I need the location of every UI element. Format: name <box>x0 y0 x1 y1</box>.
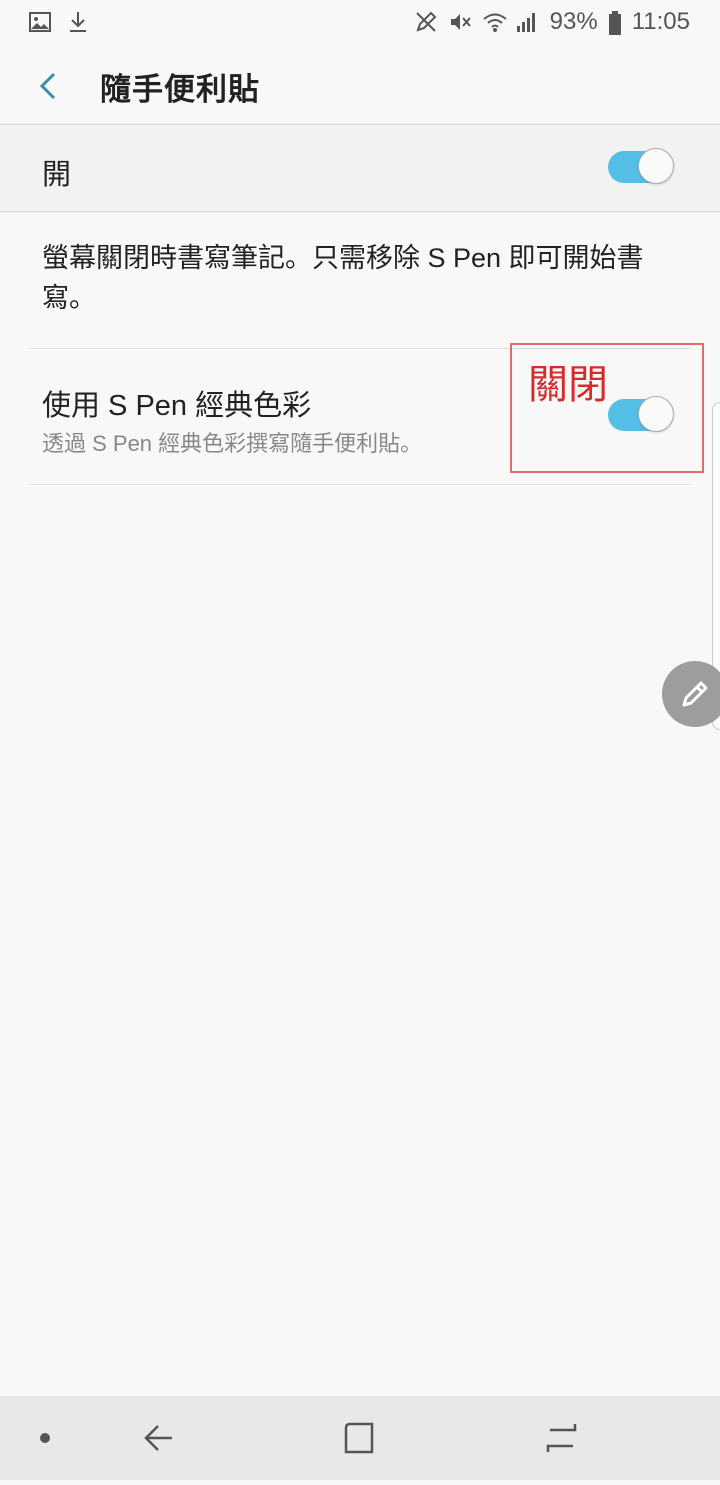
image-icon <box>28 10 52 34</box>
master-switch-row[interactable]: 開 <box>0 124 720 212</box>
annotation-label: 關閉 <box>528 362 608 407</box>
master-toggle[interactable] <box>608 148 674 185</box>
clock: 11:05 <box>631 8 690 35</box>
status-bar: 93% 11:05 <box>0 0 720 46</box>
app-header: 隨手便利貼 <box>0 46 720 124</box>
pencil-icon <box>682 681 708 707</box>
feature-description: 螢幕關閉時書寫筆記。只需移除 S Pen 即可開始書寫。 <box>42 243 644 313</box>
signal-icon <box>516 10 540 34</box>
pen-fab-button[interactable] <box>662 661 720 727</box>
recents-icon[interactable] <box>546 1424 577 1452</box>
spen-classic-color-title: 使用 S Pen 經典色彩 <box>42 390 312 422</box>
back-arrow-icon[interactable] <box>30 66 70 106</box>
home-icon[interactable] <box>344 1422 374 1454</box>
spen-classic-color-subtitle: 透過 S Pen 經典色彩撰寫隨手便利貼。 <box>42 431 423 456</box>
battery-icon <box>608 10 622 35</box>
back-icon[interactable] <box>144 1425 172 1451</box>
mute-icon <box>448 10 472 34</box>
download-icon <box>66 10 90 34</box>
pen-icon <box>414 10 438 34</box>
divider <box>30 484 690 485</box>
page-title: 隨手便利貼 <box>100 72 260 107</box>
master-switch-label: 開 <box>42 159 72 191</box>
wifi-icon <box>482 10 507 34</box>
battery-percent: 93% <box>549 8 598 35</box>
toggle-knob <box>638 148 674 184</box>
dot-icon[interactable] <box>40 1433 50 1443</box>
navigation-bar <box>0 1396 720 1480</box>
